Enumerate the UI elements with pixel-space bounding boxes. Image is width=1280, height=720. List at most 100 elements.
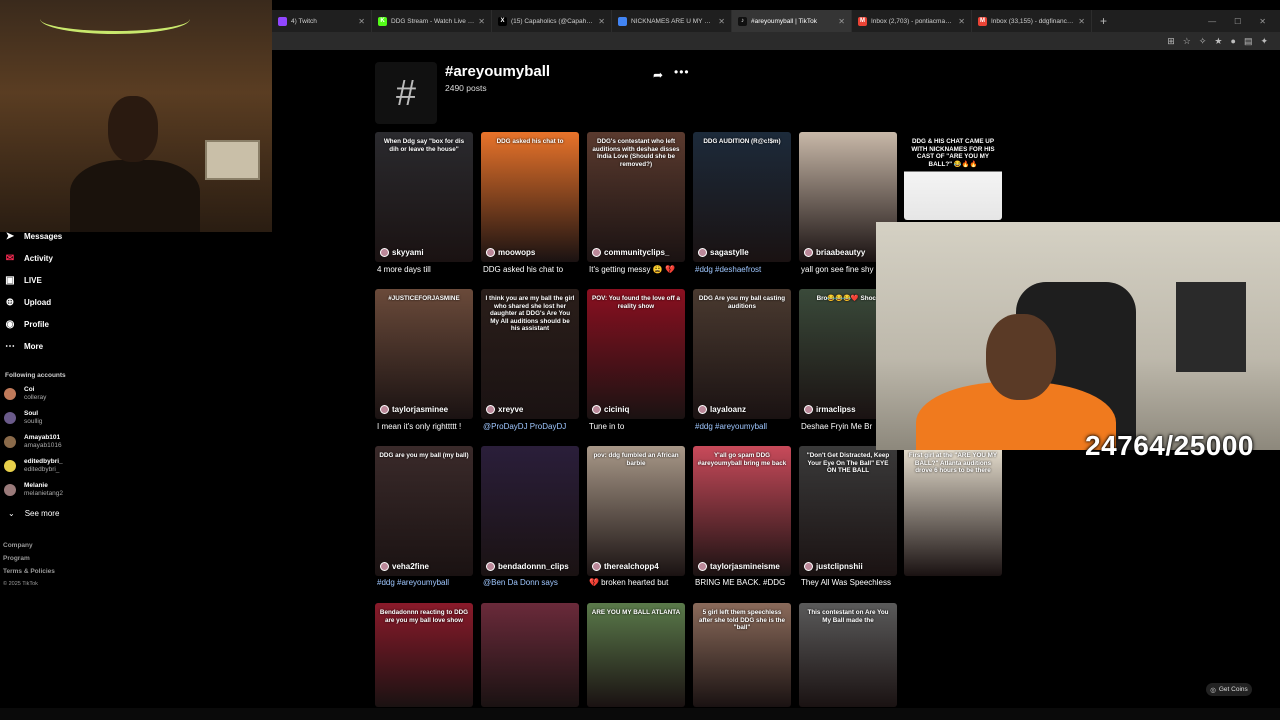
video-caption[interactable]: #ddg #areyoumyball [695,422,793,431]
share-icon[interactable]: ➦ [653,68,663,82]
following-account[interactable]: editedbybri_ editedbybri_ [4,458,63,474]
browser-tab[interactable]: K DDG Stream - Watch Live on Kick✕ [372,10,492,32]
bookmark-star-icon[interactable]: ☆ [1183,36,1191,47]
footer-link[interactable]: Program [3,555,30,562]
extension-icon[interactable]: ✧ [1199,36,1207,47]
tab-close-icon[interactable]: ✕ [718,17,725,26]
video-card[interactable]: 5 girl left them speechless after she to… [693,603,791,707]
video-card[interactable]: DDG AUDITION (R@c!$m) sagastylle [693,132,791,262]
gemini-icon[interactable]: ✦ [1260,36,1268,47]
avatar [592,562,601,571]
footer-link[interactable]: Company [3,542,33,549]
following-account[interactable]: Soul soullig [4,410,42,426]
tab-close-icon[interactable]: ✕ [838,17,845,26]
video-card[interactable]: #JUSTICEFORJASMINE taylorjasminee [375,289,473,419]
following-account[interactable]: Coi colleray [4,386,46,402]
close-window-icon[interactable]: ✕ [1259,17,1266,26]
video-author[interactable]: moowops [486,248,535,257]
video-author[interactable]: bendadonnn_clips [486,562,569,571]
sidebar-item-live[interactable]: ▣ LIVE [4,274,42,286]
video-caption[interactable]: Tune in to [589,422,687,431]
sidebar-panel-icon[interactable]: ▤ [1244,36,1253,47]
video-caption[interactable]: @ProDayDJ ProDayDJ [483,422,581,431]
video-overlay-text: DDG asked his chat to [496,138,564,145]
video-card[interactable]: This contestant on Are You My Ball made … [799,603,897,707]
video-author[interactable]: justclipnshii [804,562,863,571]
following-account[interactable]: Melanie melanietang2 [4,482,63,498]
video-caption[interactable]: #ddg #areyoumyball [377,578,475,587]
video-caption[interactable]: 💔 broken hearted but [589,578,687,587]
minimize-icon[interactable]: — [1208,17,1216,26]
footer-link[interactable]: Terms & Policies [3,568,55,575]
new-tab-button[interactable]: + [1092,14,1115,28]
video-card[interactable]: ARE YOU MY BALL ATLANTA [587,603,685,707]
video-author[interactable]: therealchopp4 [592,562,659,571]
browser-tab[interactable]: 4) Twitch ✕ [272,10,372,32]
see-more-button[interactable]: ⌄ See more [8,509,59,518]
video-author[interactable]: veha2fine [380,562,429,571]
extension-star-icon[interactable]: ★ [1214,36,1222,47]
sidebar-item-activity[interactable]: ✉ Activity [4,252,53,264]
video-card[interactable]: I think you are my ball the girl who sha… [481,289,579,419]
get-coins-button[interactable]: ◎ Get Coins [1206,683,1252,696]
video-card[interactable]: DDG asked his chat to moowops [481,132,579,262]
video-caption[interactable]: It's getting messy 😩 💔 [589,265,687,274]
video-caption[interactable]: 4 more days till [377,265,475,274]
account-handle: editedbybri_ [24,466,60,473]
video-caption[interactable]: @Ben Da Donn says [483,578,581,587]
tab-close-icon[interactable]: ✕ [598,17,605,26]
browser-tab[interactable]: M Inbox (2,703) - pontiacmadeddg ✕ [852,10,972,32]
sidebar-item-more[interactable]: ⋯ More [4,340,43,352]
tab-title: Inbox (33,155) - ddgfinances@g [991,17,1074,25]
video-card[interactable]: POV: You found the love off a reality sh… [587,289,685,419]
video-card[interactable]: DDG & HIS CHAT CAME UP WITH NICKNAMES FO… [904,132,1002,220]
video-author[interactable]: taylorjasminee [380,405,448,414]
browser-tab[interactable]: NICKNAMES ARE U MY BALL - G ✕ [612,10,732,32]
upload-icon: ⊕ [5,296,15,308]
video-card[interactable]: First girl at the "ARE YOU MY BALL?" Atl… [904,446,1002,576]
account-name: Melanie [24,482,48,489]
video-card[interactable]: DDG are you my ball (my ball) veha2fine [375,446,473,576]
maximize-icon[interactable]: ☐ [1234,17,1241,26]
tab-close-icon[interactable]: ✕ [478,17,485,26]
video-caption[interactable]: I mean it's only righttttt ! [377,422,475,431]
video-card[interactable]: DDG's contestant who left auditions with… [587,132,685,262]
video-card[interactable]: Bendadonnn reacting to DDG are you my ba… [375,603,473,707]
webcam-overlay-left [0,0,272,232]
video-card[interactable]: bendadonnn_clips [481,446,579,576]
tab-close-icon[interactable]: ✕ [958,17,965,26]
following-account[interactable]: Amayab101 amayab1016 [4,434,62,450]
video-card[interactable]: "Don't Get Distracted, Keep Your Eye On … [799,446,897,576]
video-caption[interactable]: #ddg #deshaefrost [695,265,793,274]
video-author[interactable]: ciciniq [592,405,629,414]
browser-tab[interactable]: X (15) Capaholics (@CapaholicsHQ) ✕ [492,10,612,32]
install-icon[interactable]: ⊞ [1167,36,1175,47]
video-caption[interactable]: DDG asked his chat to [483,265,581,274]
video-author[interactable]: taylorjasmineisme [698,562,780,571]
tab-title: 4) Twitch [291,17,317,25]
video-caption[interactable]: They All Was Speechless [801,578,899,587]
video-card[interactable]: When Ddg say "box for dis dih or leave t… [375,132,473,262]
video-author[interactable]: skyyami [380,248,424,257]
video-author[interactable]: irmaclipss [804,405,856,414]
video-card[interactable]: pov: ddg fumbled an African barbie therea… [587,446,685,576]
video-author[interactable]: briaabeautyy [804,248,865,257]
video-card[interactable]: Y'all go spam DDG #areyoumyball bring me… [693,446,791,576]
browser-tab[interactable]: ♪ #areyoumyball | TikTok ✕ [732,10,852,32]
sidebar-item-profile[interactable]: ◉ Profile [4,318,49,330]
video-caption[interactable]: BRING ME BACK. #DDG [695,578,793,587]
video-author[interactable]: communityclips_ [592,248,669,257]
video-author[interactable]: sagastylle [698,248,749,257]
tab-close-icon[interactable]: ✕ [358,17,365,26]
browser-tab[interactable]: M Inbox (33,155) - ddgfinances@g ✕ [972,10,1092,32]
more-options-icon[interactable]: ••• [674,65,690,79]
video-overlay-text: This contestant on Are You My Ball made … [807,609,889,624]
sidebar-item-upload[interactable]: ⊕ Upload [4,296,51,308]
account-name: Coi [24,386,35,393]
video-card[interactable] [481,603,579,707]
profile-avatar-icon[interactable]: ● [1231,36,1236,46]
video-card[interactable]: DDG Are you my ball casting auditions lay… [693,289,791,419]
tab-close-icon[interactable]: ✕ [1078,17,1085,26]
video-author[interactable]: xreyve [486,405,523,414]
video-author[interactable]: layaloanz [698,405,746,414]
